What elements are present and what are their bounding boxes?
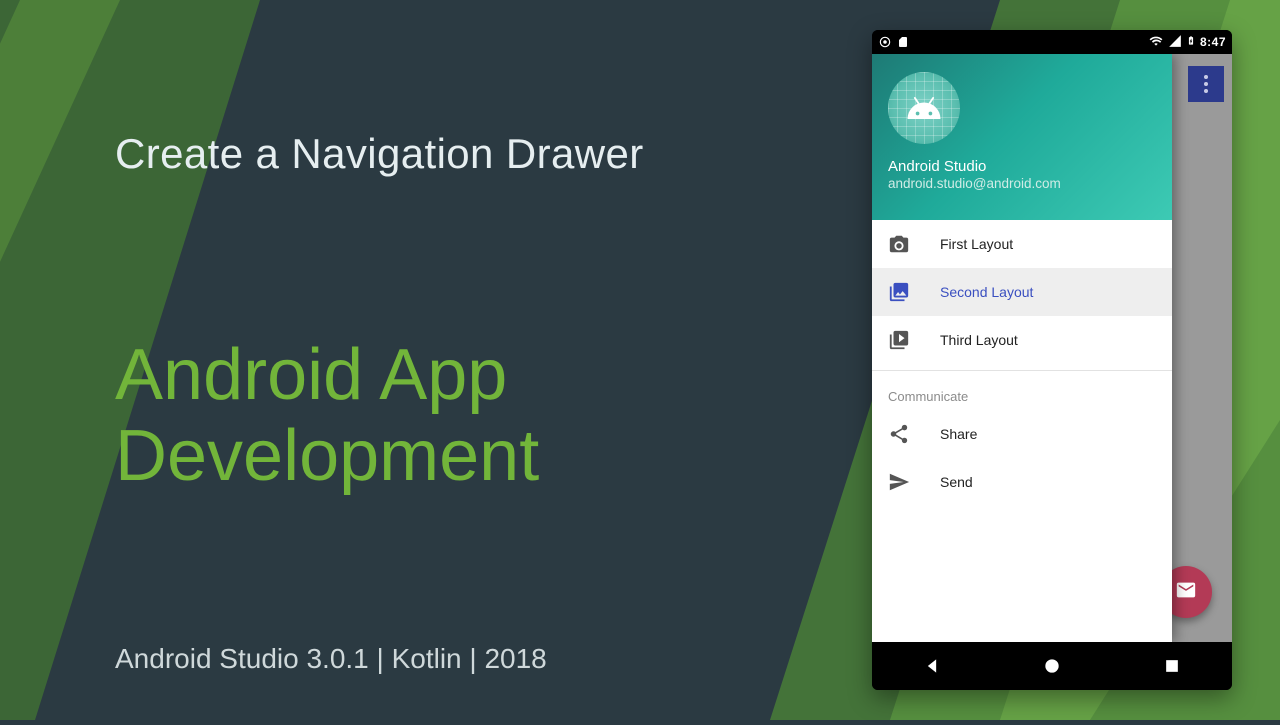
nav-item-label: First Layout — [940, 236, 1013, 252]
camera-icon — [888, 233, 910, 255]
send-icon — [888, 471, 910, 493]
sdcard-icon — [897, 35, 909, 49]
nav-item-label: Send — [940, 474, 973, 490]
drawer-menu: First Layout Second Layout Third Layout … — [872, 220, 1172, 642]
nav-item-label: Second Layout — [940, 284, 1033, 300]
cellular-icon — [1168, 34, 1182, 51]
nav-item-first-layout[interactable]: First Layout — [872, 220, 1172, 268]
slide-subtitle: Create a Navigation Drawer — [115, 130, 644, 178]
drawer-header-name: Android Studio — [888, 158, 1156, 175]
status-notification-icon — [878, 35, 892, 49]
nav-item-second-layout[interactable]: Second Layout — [872, 268, 1172, 316]
slideshow-icon — [888, 329, 910, 351]
battery-icon — [1186, 33, 1196, 51]
avatar — [888, 72, 960, 144]
slide-heading-1: Android App — [115, 335, 507, 415]
mail-icon — [1175, 579, 1197, 606]
nav-item-share[interactable]: Share — [872, 410, 1172, 458]
nav-item-third-layout[interactable]: Third Layout — [872, 316, 1172, 364]
share-icon — [888, 423, 910, 445]
back-button[interactable] — [922, 656, 942, 676]
gallery-icon — [888, 281, 910, 303]
recents-button[interactable] — [1162, 656, 1182, 676]
drawer-header-email: android.studio@android.com — [888, 176, 1156, 191]
android-head-icon — [902, 94, 946, 122]
status-time: 8:47 — [1200, 35, 1226, 49]
nav-item-label: Third Layout — [940, 332, 1018, 348]
slide-heading: Android App Development — [115, 335, 539, 496]
wifi-icon — [1148, 34, 1164, 51]
section-label-communicate: Communicate — [872, 377, 1172, 410]
navigation-drawer: Android Studio android.studio@android.co… — [872, 54, 1172, 642]
drawer-header: Android Studio android.studio@android.co… — [872, 54, 1172, 220]
device-frame: 8:47 Android Studio android.studio@andro… — [872, 30, 1232, 690]
nav-item-send[interactable]: Send — [872, 458, 1172, 506]
nav-item-label: Share — [940, 426, 977, 442]
overflow-menu-button[interactable] — [1188, 66, 1224, 102]
slide-heading-2: Development — [115, 416, 539, 496]
home-button[interactable] — [1042, 656, 1062, 676]
system-nav-bar — [872, 642, 1232, 690]
status-bar: 8:47 — [872, 30, 1232, 54]
menu-divider — [872, 370, 1172, 371]
slide-footer: Android Studio 3.0.1 | Kotlin | 2018 — [115, 643, 547, 675]
